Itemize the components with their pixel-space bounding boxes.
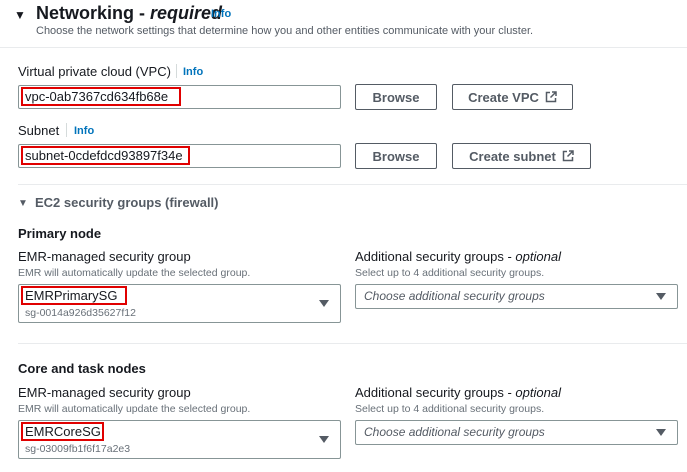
- core-managed-label: EMR-managed security group: [18, 385, 191, 400]
- core-managed-id: sg-03009fb1f6f17a2e3: [25, 443, 131, 455]
- subnet-info-link[interactable]: Info: [74, 125, 94, 137]
- vpc-input-value: vpc-0ab7367cd634fb68e: [25, 89, 169, 104]
- external-link-icon: [562, 150, 574, 162]
- vpc-label: Virtual private cloud (VPC): [18, 64, 171, 79]
- core-managed-value: EMRCoreSG: [25, 424, 101, 439]
- dropdown-arrow-icon: [319, 436, 329, 443]
- group-divider: [18, 343, 687, 344]
- subnet-label: Subnet: [18, 123, 60, 138]
- primary-managed-select[interactable]: EMRPrimarySG sg-0014a926d35627f12: [18, 284, 341, 323]
- core-nodes-heading: Core and task nodes: [18, 361, 146, 376]
- primary-additional-hint: Select up to 4 additional security group…: [355, 267, 545, 279]
- core-managed-select[interactable]: EMRCoreSG sg-03009fb1f6f17a2e3: [18, 420, 341, 459]
- vpc-info-link[interactable]: Info: [183, 66, 203, 78]
- networking-info-link[interactable]: Info: [211, 8, 231, 20]
- subnet-input-value: subnet-0cdefdcd93897f34e: [25, 148, 183, 163]
- subnet-browse-button[interactable]: Browse: [355, 143, 437, 169]
- create-vpc-button[interactable]: Create VPC: [452, 84, 573, 110]
- dropdown-arrow-icon: [656, 429, 666, 436]
- vpc-input[interactable]: vpc-0ab7367cd634fb68e: [18, 85, 341, 109]
- primary-node-heading: Primary node: [18, 226, 102, 241]
- core-additional-hint: Select up to 4 additional security group…: [355, 403, 545, 415]
- vpc-browse-button[interactable]: Browse: [355, 84, 437, 110]
- security-groups-title[interactable]: EC2 security groups (firewall): [35, 195, 219, 210]
- collapse-caret-icon[interactable]: ▼: [14, 8, 26, 22]
- section-divider: [18, 184, 687, 185]
- core-additional-label: Additional security groups - optional: [355, 385, 561, 400]
- section-title: Networking - required: [36, 3, 223, 23]
- dropdown-arrow-icon: [319, 300, 329, 307]
- core-additional-select[interactable]: Choose additional security groups: [355, 420, 678, 445]
- section-description: Choose the network settings that determi…: [36, 25, 534, 37]
- primary-managed-label: EMR-managed security group: [18, 249, 191, 264]
- label-separator: [66, 123, 67, 137]
- dropdown-arrow-icon: [656, 293, 666, 300]
- core-additional-placeholder: Choose additional security groups: [364, 425, 545, 439]
- primary-additional-label: Additional security groups - optional: [355, 249, 561, 264]
- label-separator: [176, 64, 177, 78]
- core-managed-hint: EMR will automatically update the select…: [18, 403, 251, 415]
- create-subnet-button[interactable]: Create subnet: [452, 143, 591, 169]
- primary-managed-value: EMRPrimarySG: [25, 288, 118, 303]
- subnet-input[interactable]: subnet-0cdefdcd93897f34e: [18, 144, 341, 168]
- primary-managed-hint: EMR will automatically update the select…: [18, 267, 251, 279]
- external-link-icon: [545, 91, 557, 103]
- primary-managed-id: sg-0014a926d35627f12: [25, 307, 136, 319]
- primary-additional-select[interactable]: Choose additional security groups: [355, 284, 678, 309]
- primary-additional-placeholder: Choose additional security groups: [364, 289, 545, 303]
- expand-caret-icon[interactable]: ▼: [18, 198, 28, 209]
- header-divider: [0, 47, 687, 48]
